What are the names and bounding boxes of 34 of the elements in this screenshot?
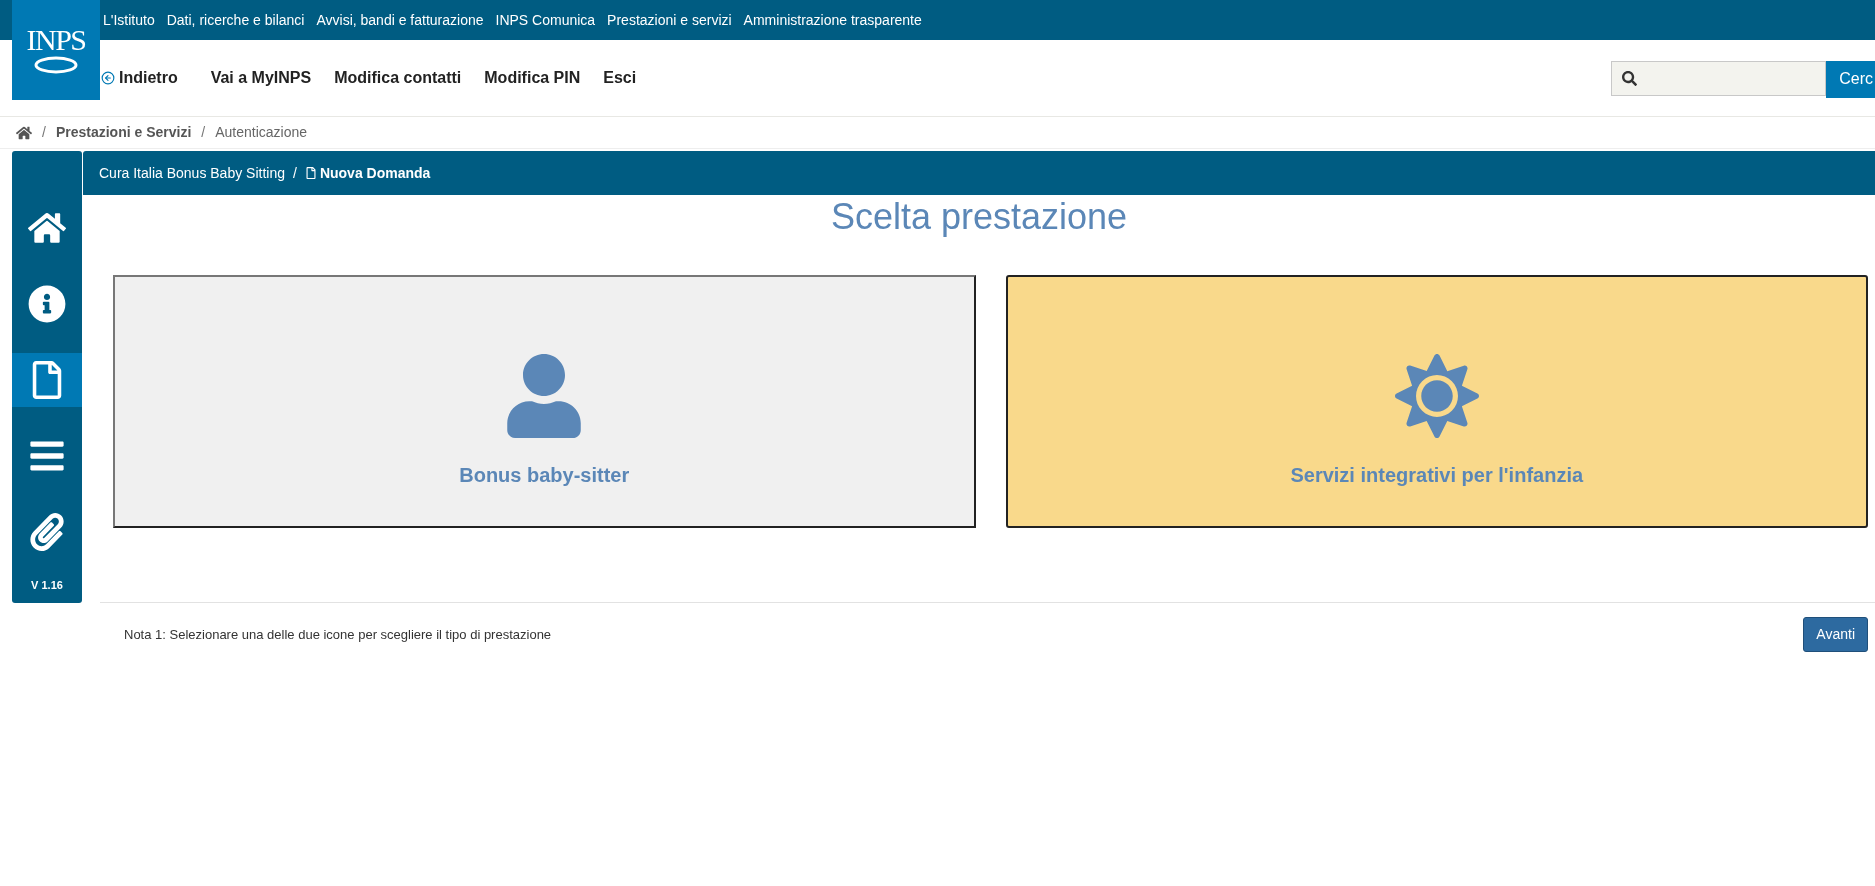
nav-link[interactable]: Vai a MyINPS bbox=[210, 66, 312, 90]
top-nav-link[interactable]: Dati, ricerche e bilanci bbox=[166, 9, 305, 31]
top-nav-link[interactable]: Amministrazione trasparente bbox=[743, 9, 922, 31]
top-nav-link[interactable]: Prestazioni e servizi bbox=[607, 9, 732, 31]
note-text: Nota 1: Selezionare una delle due icone per scegliere il tipo di prestazione bbox=[124, 625, 552, 644]
next-button[interactable]: Avanti bbox=[1803, 617, 1868, 652]
nav-link[interactable]: Modifica contatti bbox=[334, 66, 462, 90]
nav-link[interactable]: Modifica PIN bbox=[484, 66, 581, 90]
search-button[interactable]: Cerc bbox=[1826, 60, 1875, 98]
breadcrumb-separator: / bbox=[293, 163, 297, 183]
breadcrumb-separator: / bbox=[42, 123, 46, 142]
top-nav-link[interactable]: Avvisi, bandi e fatturazione bbox=[316, 9, 484, 31]
paperclip-icon bbox=[28, 513, 66, 551]
option-label: Servizi integrativi per l'infanzia bbox=[1290, 462, 1584, 488]
top-nav-link[interactable]: INPS Comunica bbox=[495, 9, 596, 31]
current-page-label: Nuova Domanda bbox=[304, 162, 431, 184]
top-nav-link[interactable]: L'Istituto bbox=[103, 9, 155, 31]
breadcrumb-separator: / bbox=[201, 123, 206, 142]
page-title: Scelta prestazione bbox=[829, 195, 1129, 239]
document-icon bbox=[304, 167, 317, 179]
breadcrumb-link[interactable]: Prestazioni e Servizi bbox=[55, 122, 192, 143]
nav-link[interactable]: Esci bbox=[603, 66, 637, 90]
search-icon bbox=[1622, 70, 1638, 86]
sidebar-item[interactable] bbox=[12, 353, 82, 407]
info-icon bbox=[28, 285, 66, 323]
option-label: Bonus baby-sitter bbox=[459, 462, 630, 488]
version-label: V 1.16 bbox=[30, 578, 64, 593]
search-field[interactable] bbox=[1611, 60, 1827, 96]
logo-text: INPS bbox=[26, 25, 86, 55]
back-link[interactable]: Indietro bbox=[101, 66, 178, 90]
home-icon[interactable] bbox=[16, 124, 32, 141]
header-link[interactable]: Cura Italia Bonus Baby Sitting bbox=[99, 162, 285, 184]
inps-logo[interactable]: INPS bbox=[12, 0, 100, 100]
breadcrumb-link[interactable]: Autenticazione bbox=[215, 122, 308, 143]
